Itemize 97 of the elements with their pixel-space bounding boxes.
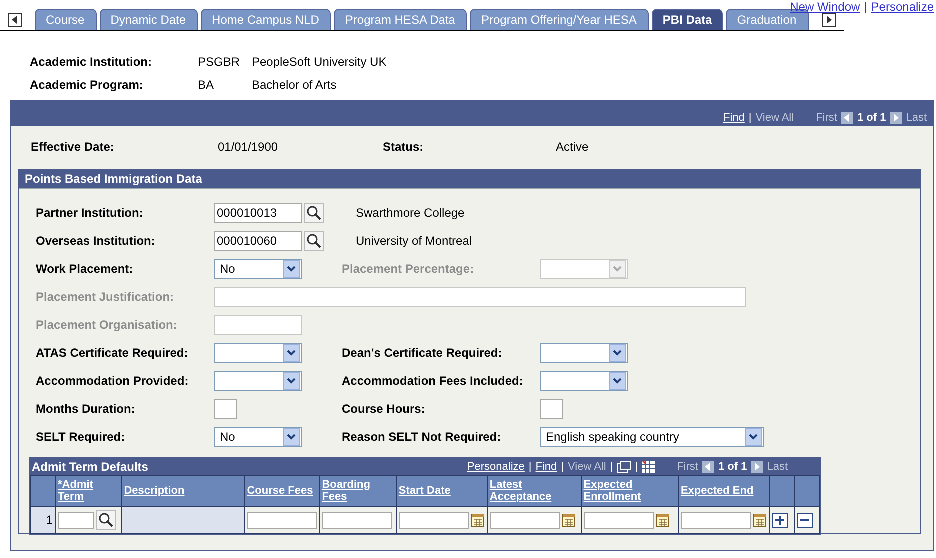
field-label: Accommodation Fees Included: bbox=[342, 374, 524, 388]
field-label: ATAS Certificate Required: bbox=[36, 346, 190, 360]
field-value: BA bbox=[198, 78, 216, 94]
field-label: Work Placement: bbox=[36, 262, 134, 276]
tab[interactable]: PBI Data bbox=[652, 9, 724, 30]
chevron-down-icon[interactable] bbox=[749, 434, 758, 440]
tab[interactable]: Dynamic Date bbox=[100, 9, 198, 30]
field-label: Overseas Institution: bbox=[36, 234, 156, 248]
tab[interactable]: Home Campus NLD bbox=[201, 9, 332, 30]
field-label: Effective Date: bbox=[31, 140, 116, 156]
input-field[interactable] bbox=[214, 399, 237, 419]
chevron-down-icon[interactable] bbox=[613, 350, 622, 356]
separator: | bbox=[528, 460, 532, 472]
chevron-down-icon[interactable] bbox=[287, 434, 296, 440]
scroll-right-icon[interactable] bbox=[822, 13, 836, 27]
search-icon[interactable] bbox=[304, 203, 324, 223]
field-label: Academic Program: bbox=[30, 78, 144, 94]
field-label: Placement Justification: bbox=[36, 290, 176, 304]
chevron-down-icon[interactable] bbox=[287, 378, 296, 384]
input-field[interactable]: 000010013 bbox=[214, 203, 302, 223]
personalize-link[interactable]: Personalize bbox=[467, 460, 525, 472]
new-window-icon[interactable] bbox=[617, 460, 632, 472]
field-label: Placement Percentage: bbox=[342, 262, 476, 276]
input-field[interactable] bbox=[322, 512, 392, 528]
field-value: PSGBR bbox=[198, 55, 242, 71]
input-field[interactable] bbox=[540, 399, 563, 419]
input-field[interactable] bbox=[584, 512, 654, 528]
field-value: Swarthmore College bbox=[356, 206, 465, 220]
chevron-down-icon[interactable] bbox=[287, 350, 296, 356]
dropdown[interactable]: No bbox=[214, 259, 302, 279]
delete-row-icon[interactable] bbox=[797, 512, 813, 528]
tab[interactable]: Course bbox=[35, 9, 97, 30]
field-value: PeopleSoft University UK bbox=[252, 55, 388, 71]
row-number: 1 bbox=[30, 506, 56, 534]
last-label: Last bbox=[767, 460, 788, 472]
separator: | bbox=[610, 460, 614, 472]
record-count: 1 of 1 bbox=[718, 460, 748, 472]
chevron-down-icon[interactable] bbox=[613, 378, 622, 384]
input-field[interactable]: 000010060 bbox=[214, 231, 302, 251]
find-link[interactable]: Find bbox=[723, 112, 745, 124]
chevron-down-icon[interactable] bbox=[287, 266, 296, 272]
column-link[interactable]: Latest Acceptance bbox=[490, 479, 579, 503]
field-label: Placement Organisation: bbox=[36, 318, 178, 332]
separator: | bbox=[635, 460, 638, 472]
field-label: Dean's Certificate Required: bbox=[342, 346, 504, 360]
grid-title: Admit Term Defaults bbox=[32, 460, 148, 474]
input-field[interactable] bbox=[490, 512, 560, 528]
field-label: Reason SELT Not Required: bbox=[342, 430, 502, 444]
last-label: Last bbox=[906, 112, 927, 124]
add-row-icon[interactable] bbox=[772, 512, 788, 528]
column-link[interactable]: Description bbox=[124, 485, 242, 497]
previous-icon bbox=[841, 112, 854, 124]
scroll-left-icon[interactable] bbox=[8, 13, 22, 27]
spreadsheet-icon[interactable] bbox=[642, 460, 656, 472]
column-link[interactable]: *Admit Term bbox=[58, 479, 120, 503]
calendar-icon[interactable] bbox=[562, 512, 576, 528]
input-field[interactable] bbox=[247, 512, 318, 528]
column-link[interactable]: Course Fees bbox=[247, 485, 318, 497]
field-label: Accommodation Provided: bbox=[36, 374, 190, 388]
record-count: 1 of 1 bbox=[857, 112, 886, 124]
field-label: Academic Institution: bbox=[30, 55, 154, 71]
field-label: Status: bbox=[383, 140, 425, 156]
field-value: 01/01/1900 bbox=[218, 140, 280, 156]
tab[interactable]: Program Offering/Year HESA bbox=[470, 9, 649, 30]
next-icon bbox=[751, 460, 764, 472]
column-link[interactable]: Expected End bbox=[680, 485, 767, 497]
tab[interactable]: Program HESA Data bbox=[334, 9, 468, 30]
dropdown[interactable]: English speaking country bbox=[540, 427, 764, 447]
field-value: Active bbox=[556, 140, 590, 156]
field-label: SELT Required: bbox=[36, 430, 126, 444]
next-icon bbox=[890, 112, 902, 124]
calendar-icon[interactable] bbox=[656, 512, 670, 528]
input-field[interactable] bbox=[398, 512, 469, 528]
field-value: University of Montreal bbox=[356, 234, 472, 248]
separator: | bbox=[748, 112, 752, 124]
calendar-icon[interactable] bbox=[470, 512, 485, 528]
column-link[interactable]: Boarding Fees bbox=[322, 479, 394, 503]
field-label: Partner Institution: bbox=[36, 206, 144, 220]
first-label: First bbox=[816, 112, 838, 124]
search-icon[interactable] bbox=[96, 510, 116, 530]
find-link[interactable]: Find bbox=[536, 460, 558, 472]
link[interactable]: Personalize bbox=[871, 0, 934, 14]
calendar-icon[interactable] bbox=[752, 512, 767, 528]
section-title: Points Based Immigration Data bbox=[19, 170, 920, 189]
field-label: Course Hours: bbox=[342, 402, 426, 416]
search-icon[interactable] bbox=[304, 231, 324, 251]
separator: | bbox=[561, 460, 564, 472]
column-link[interactable]: Expected Enrollment bbox=[584, 479, 676, 503]
first-label: First bbox=[677, 460, 698, 472]
field-value: Bachelor of Arts bbox=[252, 78, 338, 94]
separator: | bbox=[864, 0, 868, 14]
dropdown[interactable]: No bbox=[214, 427, 302, 447]
input-field[interactable] bbox=[58, 512, 94, 528]
column-link[interactable]: Start Date bbox=[398, 485, 485, 497]
previous-icon bbox=[702, 460, 714, 472]
input-field[interactable] bbox=[680, 512, 751, 528]
field-label: Months Duration: bbox=[36, 402, 136, 416]
